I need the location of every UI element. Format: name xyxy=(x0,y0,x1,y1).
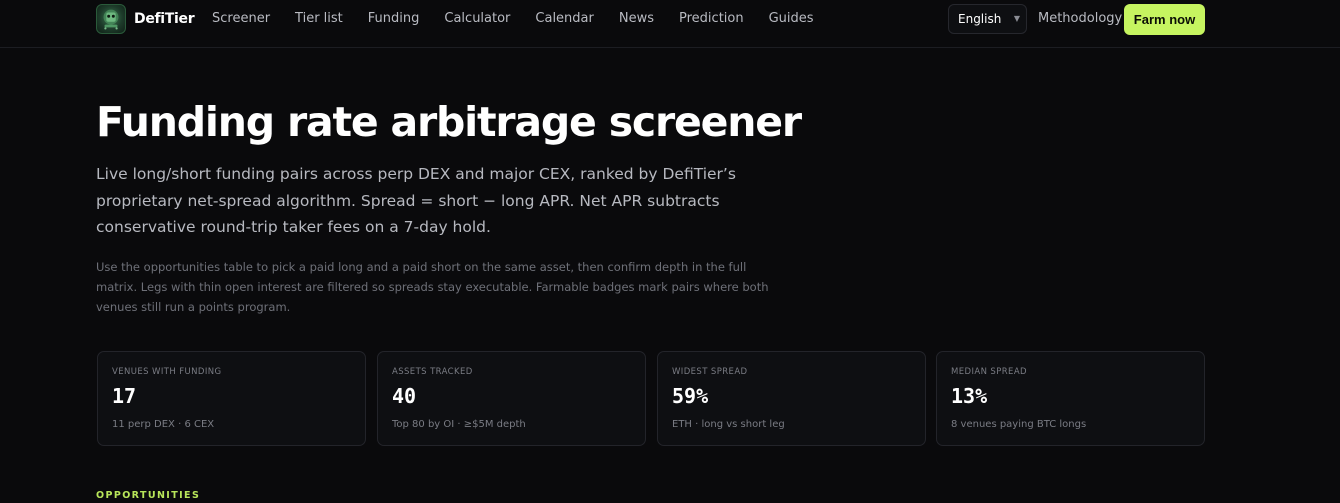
main-nav: Screener Tier list Funding Calculator Ca… xyxy=(212,11,839,26)
hero-note: Use the opportunities table to pick a pa… xyxy=(96,260,769,314)
language-select-value: English xyxy=(958,12,1002,26)
farm-now-button[interactable]: Farm now xyxy=(1124,4,1205,35)
nav-item-guides[interactable]: Guides xyxy=(769,11,814,26)
stat-subtext: Top 80 by OI · ≥$5M depth xyxy=(392,419,526,430)
nav-item-calendar[interactable]: Calendar xyxy=(535,11,593,26)
defitier-logo-icon[interactable] xyxy=(96,4,126,34)
stat-value: 17 xyxy=(112,384,137,408)
stat-value: 40 xyxy=(392,384,417,408)
stat-label: Median spread xyxy=(951,367,1027,377)
nav-item-screener[interactable]: Screener xyxy=(212,11,270,26)
stat-card-assets: Assets tracked 40 Top 80 by OI · ≥$5M de… xyxy=(377,351,646,446)
brand-name[interactable]: DefiTier xyxy=(134,11,195,27)
section-label-opportunities: OPPORTUNITIES xyxy=(96,490,201,501)
page-title: Funding rate arbitrage screener xyxy=(96,98,802,146)
stat-subtext: 8 venues paying BTC longs xyxy=(951,419,1087,430)
stat-label: Assets tracked xyxy=(392,367,473,377)
stat-card-venues: Venues with funding 17 11 perp DEX · 6 C… xyxy=(97,351,366,446)
stat-label: Widest spread xyxy=(672,367,748,377)
nav-item-tier-list[interactable]: Tier list xyxy=(295,11,343,26)
nav-item-prediction[interactable]: Prediction xyxy=(679,11,744,26)
stat-card-median-spread: Median spread 13% 8 venues paying BTC lo… xyxy=(936,351,1205,446)
methodology-link[interactable]: Methodology xyxy=(1038,11,1122,26)
stat-value: 13% xyxy=(951,384,988,408)
nav-item-calculator[interactable]: Calculator xyxy=(444,11,510,26)
nav-item-funding[interactable]: Funding xyxy=(368,11,420,26)
stat-value: 59% xyxy=(672,384,709,408)
stat-label: Venues with funding xyxy=(112,367,222,377)
stat-subtext: ETH · long vs short leg xyxy=(672,419,785,430)
top-navbar: DefiTier Screener Tier list Funding Calc… xyxy=(0,0,1340,48)
stat-card-widest-spread: Widest spread 59% ETH · long vs short le… xyxy=(657,351,926,446)
nav-item-news[interactable]: News xyxy=(619,11,654,26)
stat-subtext: 11 perp DEX · 6 CEX xyxy=(112,419,215,430)
chevron-down-icon: ▼ xyxy=(1013,14,1020,23)
hero-description: Live long/short funding pairs across per… xyxy=(96,165,736,237)
language-select[interactable]: English ▼ xyxy=(948,4,1027,34)
